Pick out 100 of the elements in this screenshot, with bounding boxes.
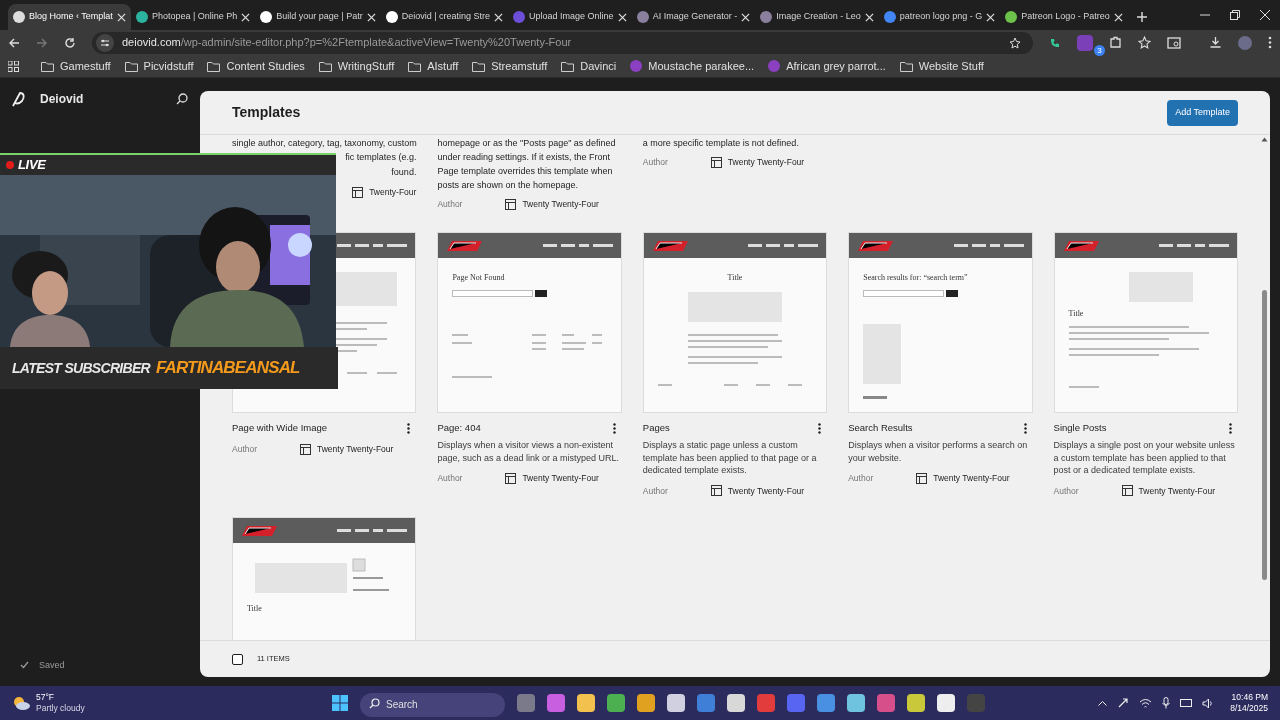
template-name[interactable]: Search Results <box>848 420 913 436</box>
bookmark[interactable]: WritingStuff <box>318 57 395 75</box>
app-icon[interactable] <box>577 694 595 712</box>
theme-name: Twenty Twenty-Four <box>317 443 394 456</box>
close-icon[interactable] <box>241 12 251 22</box>
close-icon[interactable] <box>1113 12 1123 22</box>
address-bar[interactable]: deiovid.com/wp-admin/site-editor.php?p=%2Ftemplate&activeView=Twenty%20Twenty-Four <box>92 31 1033 54</box>
reload-icon[interactable] <box>64 36 76 49</box>
app-icon[interactable] <box>817 694 835 712</box>
template-preview[interactable]: Page Not Found <box>437 232 622 413</box>
app-icon[interactable] <box>727 694 745 712</box>
template-icon <box>710 485 722 497</box>
more-options-icon[interactable] <box>1023 422 1027 434</box>
browser-tab[interactable]: AI Image Generator - <box>631 4 756 30</box>
template-preview[interactable]: Title <box>642 232 828 413</box>
display-icon[interactable] <box>1180 697 1193 709</box>
more-options-icon[interactable] <box>818 422 822 434</box>
folder-icon <box>472 60 486 72</box>
template-name[interactable]: Single Posts <box>1053 420 1107 436</box>
download-icon[interactable] <box>1209 36 1222 49</box>
scroll-up-icon[interactable] <box>1260 137 1268 142</box>
template-name[interactable]: Page: 404 <box>437 420 481 436</box>
close-icon[interactable] <box>986 12 996 22</box>
browser-tab[interactable]: patreon logo png - G <box>878 4 1001 30</box>
forward-icon[interactable] <box>36 36 48 49</box>
template-preview[interactable]: Search results for: “search term” <box>848 232 1033 413</box>
theme-name: Twenty Twenty-Four <box>1138 484 1215 498</box>
app-icon[interactable] <box>637 694 655 712</box>
bookmark[interactable]: Website Stuff <box>899 57 984 75</box>
menu-icon[interactable] <box>1268 36 1272 49</box>
app-icon[interactable] <box>847 694 865 712</box>
close-icon[interactable] <box>116 12 126 22</box>
more-options-icon[interactable] <box>612 422 616 434</box>
volume-icon[interactable] <box>1202 697 1215 709</box>
search-icon[interactable] <box>176 93 188 105</box>
scroll-thumb[interactable] <box>1261 290 1267 580</box>
weather-icon[interactable] <box>12 695 30 711</box>
template-preview[interactable]: Title <box>1053 232 1238 413</box>
app-icon[interactable] <box>547 694 565 712</box>
browser-tab[interactable]: Patreon Logo - Patreo <box>1000 4 1128 30</box>
browser-tab[interactable]: Photopea | Online Ph <box>130 4 256 30</box>
bookmark-star-icon[interactable] <box>1009 36 1021 49</box>
close-icon[interactable] <box>366 12 376 22</box>
url-text: deiovid.com/wp-admin/site-editor.php?p=%2Ftemplate&activeView=Twenty%20Twenty-Four <box>122 35 572 51</box>
bookmark[interactable]: Davinci <box>561 57 617 75</box>
bookmark[interactable]: AIstuff <box>408 57 459 75</box>
app-icon[interactable] <box>907 694 925 712</box>
select-all-checkbox[interactable] <box>232 653 243 665</box>
app-icon[interactable] <box>877 694 895 712</box>
favicon-icon <box>883 11 896 23</box>
browser-tab[interactable]: Deiovid | creating Stre <box>380 4 509 30</box>
microphone-icon[interactable] <box>1162 697 1171 709</box>
folder-icon <box>124 60 138 72</box>
close-icon[interactable] <box>494 12 504 22</box>
browser-tab[interactable]: Image Creation - Leo <box>755 4 879 30</box>
logo-icon <box>241 523 279 538</box>
more-options-icon[interactable] <box>407 422 411 434</box>
temperature-text: 57°F <box>36 692 56 703</box>
bookmark[interactable]: Streamstuff <box>472 57 548 75</box>
clock[interactable]: 10:46 PM 8/14/2025 <box>1230 692 1268 714</box>
more-options-icon[interactable] <box>1229 422 1232 434</box>
template-description: Displays when a visitor performs a search on your website. <box>848 439 1029 464</box>
author-label: Author <box>232 443 259 456</box>
bookmark[interactable]: African grey parrot... <box>768 57 886 75</box>
template-name[interactable]: Page with Wide Image <box>232 420 328 436</box>
sync-icon[interactable] <box>1117 697 1130 709</box>
app-icon[interactable] <box>937 694 955 712</box>
app-icon[interactable] <box>667 694 685 712</box>
template-name[interactable]: Pages <box>642 420 670 436</box>
site-settings-icon[interactable] <box>96 33 114 52</box>
bookmark[interactable]: Content Studies <box>207 57 305 75</box>
close-icon[interactable] <box>617 12 627 22</box>
search-field[interactable]: Search <box>360 692 505 717</box>
add-template-button[interactable]: Add Template <box>1167 99 1238 126</box>
puzzle-icon[interactable] <box>1109 36 1122 49</box>
browser-tab[interactable]: Blog Home ‹ Templat <box>8 4 131 30</box>
site-name[interactable]: Deiovid <box>40 90 84 108</box>
bookmark[interactable]: Gamestuff <box>41 57 111 75</box>
phone-icon[interactable] <box>1049 36 1061 49</box>
wifi-icon[interactable] <box>1139 697 1153 709</box>
new-tab-icon[interactable] <box>1135 11 1148 23</box>
start-icon[interactable] <box>332 695 348 711</box>
close-icon[interactable] <box>741 12 751 22</box>
browser-tab[interactable]: Upload Image Online <box>508 4 632 30</box>
author-label: Author <box>437 472 464 485</box>
bookmark[interactable]: Picvidstuff <box>124 57 194 75</box>
folder-icon <box>41 60 54 72</box>
bookmark[interactable]: Moustache parakee... <box>630 57 755 75</box>
template-preview[interactable]: Title <box>232 517 417 640</box>
chevron-up-icon[interactable] <box>1098 700 1108 706</box>
favicon-icon <box>135 11 148 23</box>
app-icon[interactable] <box>607 694 625 712</box>
author-label: Author <box>1053 484 1080 498</box>
star-icon[interactable] <box>1138 36 1151 49</box>
browser-tab[interactable]: Build your page | Patr <box>255 4 381 30</box>
page-title: Templates <box>232 103 301 122</box>
close-icon[interactable] <box>864 12 874 22</box>
apps-icon[interactable] <box>8 60 19 72</box>
search-tab-icon[interactable] <box>1167 36 1181 49</box>
back-icon[interactable] <box>8 36 20 49</box>
